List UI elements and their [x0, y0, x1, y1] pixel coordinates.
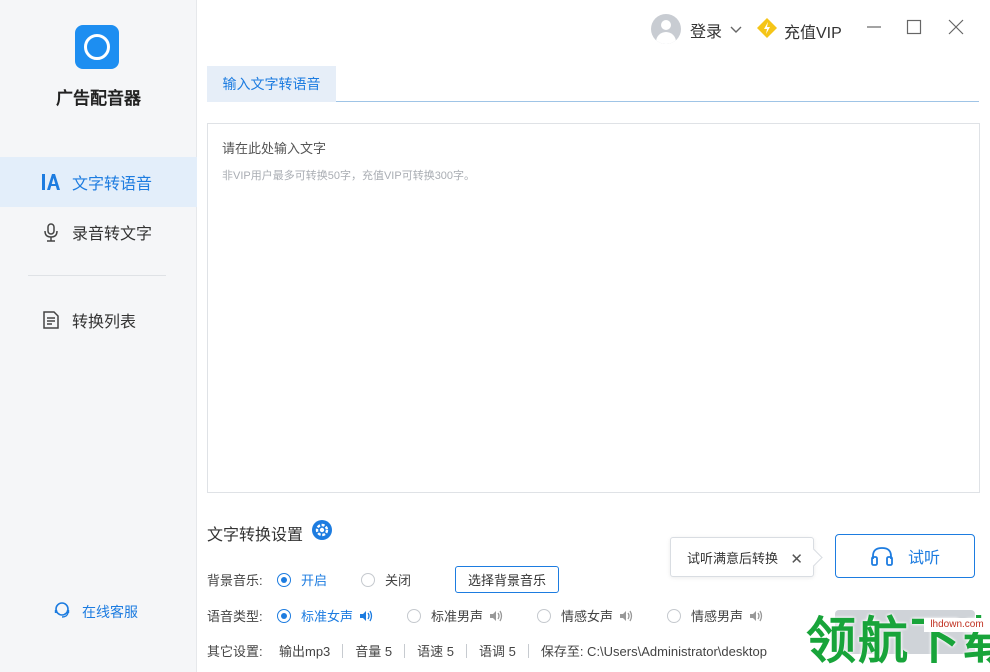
- volume-setting[interactable]: 音量 5: [355, 641, 392, 660]
- vip-label: 充值VIP: [784, 24, 842, 42]
- close-icon[interactable]: ✕: [790, 550, 803, 568]
- close-window-button[interactable]: [944, 16, 968, 40]
- other-settings-row: 其它设置: 输出mp3 音量 5 语速 5 语调 5 保存至: C:\Users…: [207, 641, 767, 660]
- voice-type-row: 语音类型: 标准女声 标准男声 情感女声 情感男声: [207, 606, 797, 625]
- sidebar-item-conversion-list[interactable]: 转换列表: [0, 295, 197, 345]
- voice-standard-male-radio[interactable]: 标准男声: [407, 606, 503, 625]
- speaker-icon[interactable]: [489, 610, 503, 622]
- listen-label: 试听: [907, 550, 940, 567]
- radio-label: 情感男声: [691, 609, 744, 624]
- minimize-button[interactable]: [862, 16, 886, 40]
- list-doc-icon: [40, 309, 62, 331]
- online-service-link[interactable]: 在线客服: [52, 600, 138, 623]
- bg-music-row: 背景音乐: 开启 关闭 选择背景音乐: [207, 566, 560, 593]
- text-input-area[interactable]: 请在此处输入文字 非VIP用户最多可转换50字，充值VIP可转换300字。: [207, 123, 980, 493]
- watermark-url: lhdown.com: [924, 618, 990, 632]
- maximize-icon: [906, 19, 922, 38]
- sidebar-item-label: 转换列表: [72, 314, 137, 331]
- bg-music-on-radio[interactable]: 开启: [277, 570, 327, 589]
- close-icon: [948, 19, 964, 38]
- bg-music-label: 背景音乐:: [207, 573, 263, 588]
- recharge-vip-button[interactable]: 充值VIP: [756, 17, 842, 44]
- speaker-icon[interactable]: [359, 610, 373, 622]
- other-settings-label: 其它设置:: [207, 644, 263, 659]
- user-avatar-icon[interactable]: [651, 14, 681, 44]
- login-dropdown[interactable]: 登录: [690, 18, 742, 42]
- minimize-icon: [866, 19, 882, 38]
- divider: [527, 643, 529, 658]
- listen-tip-tooltip: 试听满意后转换 ✕: [670, 537, 814, 577]
- speaker-icon[interactable]: [749, 610, 763, 622]
- tab-bar: 输入文字转语音: [207, 66, 979, 102]
- text-input-hint: 非VIP用户最多可转换50字，充值VIP可转换300字。: [222, 170, 476, 182]
- sidebar-item-speech-to-text[interactable]: 录音转文字: [0, 207, 197, 257]
- divider: [342, 643, 344, 658]
- speed-setting[interactable]: 语速 5: [417, 641, 454, 660]
- radio-label: 开启: [301, 573, 328, 588]
- tone-setting[interactable]: 语调 5: [479, 641, 516, 660]
- text-input-placeholder: 请在此处输入文字: [222, 141, 327, 156]
- voice-emotional-female-radio[interactable]: 情感女声: [537, 606, 633, 625]
- radio-label: 情感女声: [561, 609, 614, 624]
- login-label: 登录: [690, 24, 723, 41]
- select-bg-music-button[interactable]: 选择背景音乐: [455, 566, 560, 593]
- tooltip-text: 试听满意后转换: [687, 550, 779, 566]
- divider: [404, 643, 406, 658]
- settings-title: 文字转换设置: [207, 519, 333, 546]
- app-logo-icon: [75, 25, 119, 69]
- gear-icon[interactable]: [311, 519, 333, 546]
- save-path[interactable]: 保存至: C:\Users\Administrator\desktop: [541, 641, 767, 660]
- maximize-button[interactable]: [902, 16, 926, 40]
- output-format[interactable]: 输出mp3: [279, 641, 330, 660]
- microphone-icon: [40, 221, 62, 243]
- text-a-icon: [40, 171, 62, 193]
- headphones-icon: [870, 545, 894, 567]
- radio-label: 标准女声: [301, 609, 354, 624]
- divider: [465, 643, 467, 658]
- sidebar-item-text-to-speech[interactable]: 文字转语音: [0, 157, 197, 207]
- voice-type-label: 语音类型:: [207, 609, 263, 624]
- speaker-icon[interactable]: [619, 610, 633, 622]
- radio-label: 标准男声: [431, 609, 484, 624]
- online-service-label: 在线客服: [82, 603, 138, 620]
- voice-standard-female-radio[interactable]: 标准女声: [277, 606, 373, 625]
- vip-diamond-icon: [756, 17, 778, 44]
- chevron-down-icon: [730, 21, 742, 39]
- radio-label: 关闭: [385, 573, 412, 588]
- tab-text-to-speech[interactable]: 输入文字转语音: [207, 66, 336, 102]
- sidebar-item-label: 文字转语音: [72, 176, 153, 193]
- app-name: 广告配音器: [56, 89, 141, 108]
- settings-title-label: 文字转换设置: [207, 526, 304, 544]
- sidebar-divider: [28, 275, 166, 276]
- listen-button[interactable]: 试听: [835, 534, 975, 578]
- bg-music-off-radio[interactable]: 关闭: [361, 570, 411, 589]
- customer-service-icon: [52, 600, 72, 623]
- voice-emotional-male-radio[interactable]: 情感男声: [667, 606, 763, 625]
- sidebar-item-label: 录音转文字: [72, 226, 153, 243]
- sidebar: 广告配音器 文字转语音 录音转文字 转换列表 在线客服: [0, 0, 197, 672]
